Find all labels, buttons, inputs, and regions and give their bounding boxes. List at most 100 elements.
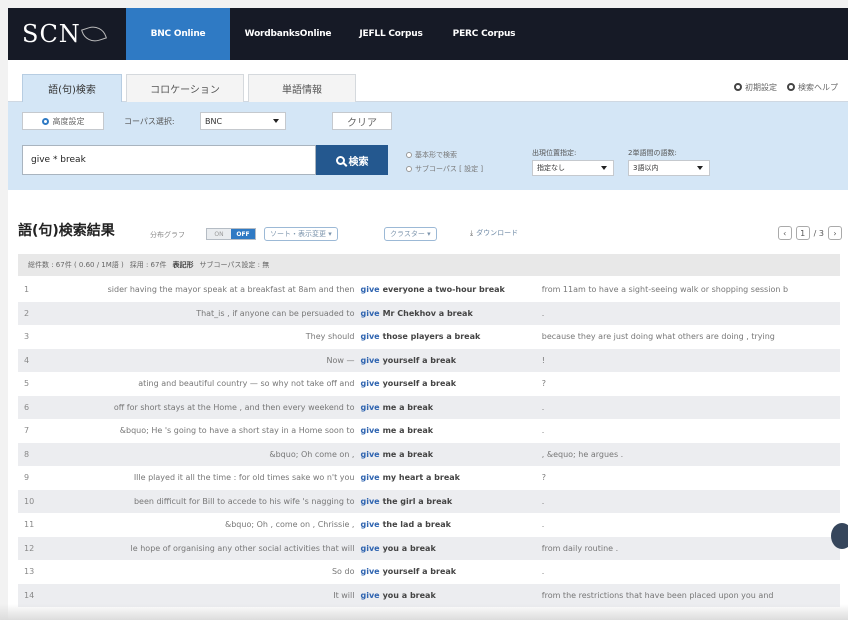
keyword-cell: give yourself a break: [358, 372, 537, 396]
search-button[interactable]: 検索: [316, 145, 388, 175]
logo-text: SCN: [22, 20, 81, 48]
help-label: 検索ヘルプ: [798, 83, 838, 92]
dist-graph-toggle[interactable]: ON OFF: [206, 228, 256, 240]
nav-tab-wordbanks[interactable]: WordbanksOnline: [230, 8, 346, 60]
corpus-select[interactable]: BNC: [200, 112, 286, 130]
node-word[interactable]: give: [360, 379, 379, 388]
tab-word-info[interactable]: 単語情報: [248, 74, 356, 102]
advanced-settings-button[interactable]: 高度設定: [22, 112, 104, 130]
dist-graph-label: 分布グラフ: [150, 231, 185, 239]
prev-page-button[interactable]: ‹: [777, 226, 792, 240]
nav-tab-jefll[interactable]: JEFLL Corpus: [346, 8, 436, 60]
span-select[interactable]: 3語以内: [628, 160, 710, 176]
collocate-span: the lad a break: [382, 520, 451, 530]
advanced-settings-label: 高度設定: [52, 116, 85, 126]
scn-logo[interactable]: SCN: [8, 8, 126, 60]
gear-icon: [734, 83, 742, 91]
node-word[interactable]: give: [360, 332, 379, 341]
search-tabs: 語(句)検索 コロケーション 単語情報 初期設定 検索ヘルプ: [8, 60, 848, 102]
left-context: ating and beautiful country — so why not…: [138, 379, 355, 389]
left-context: &bquo; Oh come on ,: [42, 442, 359, 466]
node-word[interactable]: give: [360, 426, 379, 435]
kwic-row: 3 They should give those players a break bec…: [18, 325, 840, 349]
collocate-span: me a break: [382, 426, 434, 436]
node-word[interactable]: give: [360, 356, 379, 365]
row-number: 6: [18, 395, 43, 419]
left-context: Ille played it all the time : for old ti…: [133, 473, 355, 483]
stats-total: 総件数 : 67件 ( 0.60 / 1M語 ): [28, 261, 124, 269]
node-word[interactable]: give: [360, 473, 379, 482]
node-word[interactable]: give: [360, 567, 379, 576]
row-number: 10: [18, 489, 43, 513]
kwic-row: 6 off for short stays at the Home , and t…: [18, 395, 840, 419]
keyword-cell: give the girl a break: [358, 489, 538, 513]
right-context: because they are just doing what others …: [541, 332, 775, 342]
download-link[interactable]: ⤓ ダウンロード: [470, 228, 518, 238]
keyword-cell: give me a break: [358, 395, 538, 419]
kwic-row: 12 le hope of organising any other social…: [18, 536, 840, 560]
right-context: from daily routine .: [537, 536, 840, 560]
row-number: 12: [18, 536, 43, 560]
keyword-cell: give my heart a break: [358, 466, 537, 490]
subcorpus-option[interactable]: サブコーパス [ 設定 ]: [406, 164, 483, 174]
app-window: SCN BNC Online WordbanksOnline JEFLL Cor…: [8, 8, 848, 620]
node-word[interactable]: give: [360, 309, 379, 318]
search-panel: 高度設定 コーパス選択: BNC クリア give * break 検索 基本形…: [8, 102, 848, 190]
nav-tab-perc[interactable]: PERC Corpus: [436, 8, 532, 60]
help-link[interactable]: 検索ヘルプ: [787, 82, 838, 93]
cluster-button[interactable]: クラスター ▾: [384, 227, 437, 241]
row-number: 9: [24, 473, 30, 483]
next-page-button[interactable]: ›: [828, 226, 842, 240]
row-number: 5: [24, 379, 30, 389]
corpus-select-label: コーパス選択:: [124, 117, 175, 126]
right-context: , &equo; he argues .: [537, 442, 840, 466]
left-context: So do: [331, 567, 355, 577]
tab-collocation[interactable]: コロケーション: [126, 74, 244, 102]
results-header: 語(句)検索結果 分布グラフ ON OFF ソート・表示変更 ▾ クラスター ▾…: [8, 208, 848, 248]
sort-display-button[interactable]: ソート・表示変更 ▾: [264, 227, 338, 241]
page-current[interactable]: 1: [795, 226, 810, 240]
row-number: 7: [24, 426, 30, 436]
lemma-option[interactable]: 基本形で検索: [406, 150, 457, 160]
node-word[interactable]: give: [360, 285, 379, 294]
scroll-indicator[interactable]: [831, 523, 848, 549]
right-context: .: [541, 567, 545, 577]
node-word[interactable]: give: [360, 497, 379, 506]
span-label: 2単語間の語数:: [628, 149, 677, 157]
genre-select[interactable]: 指定なし: [532, 160, 614, 176]
kwic-row: 9 Ille played it all the time : for old t…: [18, 466, 840, 490]
row-number: 2: [18, 301, 43, 325]
settings-link[interactable]: 初期設定: [734, 82, 777, 93]
tab-phrase-search[interactable]: 語(句)検索: [22, 74, 122, 102]
node-word[interactable]: give: [360, 520, 379, 529]
collocate-span: Mr Chekhov a break: [382, 308, 473, 318]
download-label: ダウンロード: [476, 229, 519, 237]
pager: ‹ 1 / 3 ›: [777, 226, 842, 240]
collocate-span: the girl a break: [382, 496, 453, 506]
left-context: been difficult for Bill to accede to his…: [42, 489, 359, 513]
search-input[interactable]: give * break: [22, 145, 316, 175]
node-word[interactable]: give: [360, 403, 379, 412]
toggle-off[interactable]: OFF: [231, 229, 255, 239]
results-title: 語(句)検索結果: [18, 223, 115, 239]
left-context: Now —: [42, 348, 359, 372]
nav-tab-bnc-online[interactable]: BNC Online: [126, 8, 230, 60]
advanced-radio-icon: [41, 117, 49, 125]
clear-button[interactable]: クリア: [332, 112, 392, 130]
sort-display-label: ソート・表示変更: [270, 230, 326, 238]
toggle-on[interactable]: ON: [207, 229, 231, 239]
cluster-label: クラスター: [390, 230, 425, 238]
settings-label: 初期設定: [745, 83, 777, 92]
right-context: .: [541, 426, 545, 436]
keyword-cell: give those players a break: [358, 325, 537, 349]
node-word[interactable]: give: [360, 450, 379, 459]
left-context: &bquo; He 's going to have a short stay …: [119, 426, 355, 436]
kwic-row: 7 &bquo; He 's going to have a short stay…: [18, 419, 840, 443]
chevron-down-icon: [273, 119, 279, 123]
genre-select-value: 指定なし: [537, 164, 565, 172]
row-number: 11: [24, 520, 35, 530]
kwic-row: 5 ating and beautiful country — so why no…: [18, 372, 840, 396]
node-word[interactable]: give: [360, 591, 379, 600]
kwic-row: 8 &bquo; Oh come on , give me a break, &equ…: [18, 442, 840, 466]
node-word[interactable]: give: [360, 544, 379, 553]
